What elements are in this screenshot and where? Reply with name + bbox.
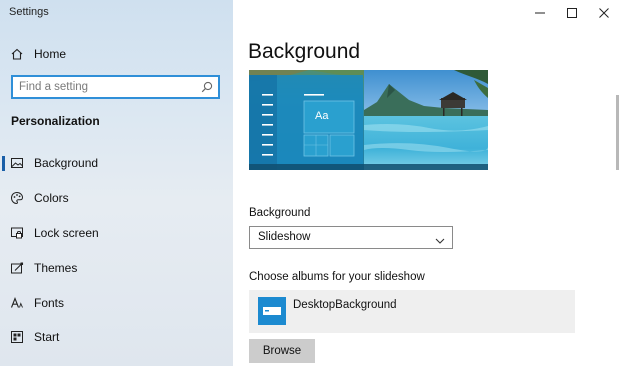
home-link[interactable]: Home bbox=[0, 39, 233, 69]
close-button[interactable] bbox=[588, 0, 620, 26]
window-controls bbox=[524, 0, 620, 26]
sidebar-item-label: Lock screen bbox=[34, 226, 99, 240]
minimize-icon bbox=[535, 12, 545, 14]
sidebar-item-colors[interactable]: Colors bbox=[0, 183, 233, 213]
album-name: DesktopBackground bbox=[293, 299, 397, 311]
fonts-icon bbox=[10, 296, 24, 310]
sidebar-item-background[interactable]: Background bbox=[0, 148, 233, 178]
albums-label: Choose albums for your slideshow bbox=[249, 271, 425, 283]
sidebar-item-label: Fonts bbox=[34, 296, 65, 310]
search-icon[interactable] bbox=[201, 80, 213, 93]
search-box[interactable] bbox=[11, 75, 220, 99]
sidebar-item-lock-screen[interactable]: Lock screen bbox=[0, 218, 233, 248]
background-type-select[interactable]: Slideshow bbox=[249, 226, 453, 249]
maximize-icon bbox=[567, 8, 577, 18]
maximize-button[interactable] bbox=[556, 0, 588, 26]
section-header: Personalization bbox=[11, 114, 100, 128]
background-field-label: Background bbox=[249, 207, 311, 219]
home-label: Home bbox=[34, 47, 67, 61]
lock-screen-icon bbox=[10, 226, 24, 240]
picture-icon bbox=[10, 156, 24, 170]
sidebar-item-label: Colors bbox=[34, 191, 69, 205]
sidebar-item-themes[interactable]: Themes bbox=[0, 253, 233, 283]
sidebar-item-label: Themes bbox=[34, 261, 78, 275]
scrollbar[interactable] bbox=[616, 95, 619, 170]
sidebar-item-start[interactable]: Start bbox=[0, 322, 233, 352]
album-thumbnail-icon bbox=[258, 297, 286, 325]
sidebar-item-label: Background bbox=[34, 156, 99, 170]
browse-button[interactable]: Browse bbox=[249, 339, 315, 363]
main-content: Background Aa Background Slideshow Choos… bbox=[233, 0, 620, 366]
sidebar-item-fonts[interactable]: Fonts bbox=[0, 288, 233, 318]
background-type-value: Slideshow bbox=[258, 231, 311, 243]
palette-icon bbox=[10, 191, 24, 205]
close-icon bbox=[599, 8, 609, 18]
sidebar-item-label: Start bbox=[34, 330, 60, 344]
search-input[interactable] bbox=[19, 79, 199, 95]
app-title: Settings bbox=[9, 6, 49, 18]
minimize-button[interactable] bbox=[524, 0, 556, 26]
preview-sample-text: Aa bbox=[315, 110, 329, 122]
themes-icon bbox=[10, 261, 24, 275]
sidebar: Settings Home Personalization Background bbox=[0, 0, 233, 366]
album-item[interactable]: DesktopBackground bbox=[249, 290, 575, 333]
background-preview: Aa bbox=[249, 70, 488, 170]
chevron-down-icon bbox=[435, 233, 445, 244]
start-icon bbox=[10, 330, 24, 344]
page-title: Background bbox=[248, 40, 361, 63]
home-icon bbox=[10, 47, 24, 61]
settings-window: Settings Home Personalization Background bbox=[0, 0, 620, 366]
